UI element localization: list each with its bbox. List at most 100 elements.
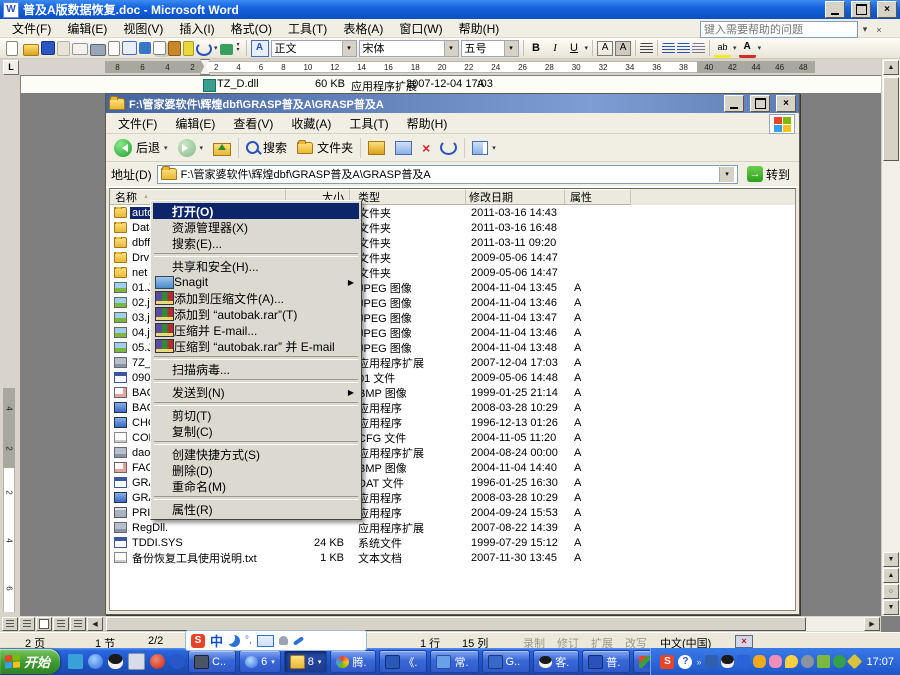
print-icon[interactable] [90, 44, 106, 56]
start-button[interactable]: 开始 [0, 649, 60, 674]
font-color-icon[interactable]: A [739, 39, 756, 58]
minimize-button[interactable] [825, 1, 845, 18]
scroll-down-icon[interactable]: ▼ [883, 552, 899, 567]
clock[interactable]: 17:07 [866, 656, 894, 668]
explorer-menu-item[interactable]: 编辑(E) [167, 114, 223, 133]
tray-icon[interactable] [785, 655, 798, 668]
taskbar-window-button[interactable]: 《. [379, 650, 427, 673]
ime-mode-indicator[interactable]: 中 [210, 631, 223, 650]
taskbar-window-button[interactable]: 腾. [330, 650, 376, 673]
context-menu-item[interactable]: 资源管理器(X) [153, 219, 359, 235]
taskbar-window-button[interactable]: G.. [482, 650, 531, 673]
tray-icon[interactable] [833, 655, 846, 668]
outline-view-icon[interactable] [53, 617, 69, 631]
copy-icon[interactable] [153, 41, 166, 55]
numbering-icon[interactable] [662, 43, 675, 54]
scrollbar-track[interactable] [106, 617, 864, 631]
document-close-icon[interactable]: × [872, 22, 886, 37]
highlight-dropdown-icon[interactable]: ▾ [733, 44, 737, 52]
font-dropdown-icon[interactable]: ▾ [444, 41, 458, 56]
context-menu-item[interactable]: 添加到压缩文件(A)... [153, 290, 359, 306]
select-browse-object-icon[interactable]: ○ [883, 584, 899, 599]
quick-launch-icon[interactable] [150, 654, 165, 669]
tray-icon[interactable] [705, 655, 718, 668]
forward-button[interactable]: ▾ [175, 138, 207, 158]
hyperlink-icon[interactable] [220, 44, 233, 55]
file-name[interactable]: TDDI.SYS [130, 537, 185, 549]
help-tray-icon[interactable]: ? [678, 655, 692, 669]
file-name[interactable]: 备份恢复工具使用说明.txt [130, 550, 259, 566]
toolbar-overflow-icon[interactable]: ▾▾ [235, 43, 242, 53]
format-painter-icon[interactable] [183, 41, 194, 56]
style-dropdown-icon[interactable]: ▾ [342, 41, 356, 56]
context-menu-item[interactable]: 共享和安全(H)... [153, 258, 359, 274]
address-input[interactable]: F:\管家婆软件\辉煌dbf\GRASP普及A\GRASP普及A ▾ [157, 165, 738, 184]
style-combobox[interactable]: 正文 ▾ [271, 40, 357, 57]
address-dropdown-icon[interactable]: ▾ [719, 167, 734, 182]
taskbar-window-button[interactable]: 客. [533, 650, 579, 673]
taskbar-window-button[interactable]: 普. [582, 650, 630, 673]
explorer-menu-item[interactable]: 文件(F) [110, 114, 165, 133]
previous-page-icon[interactable]: ▲ [883, 568, 899, 583]
email-icon[interactable] [72, 43, 88, 55]
research-icon[interactable] [139, 42, 151, 54]
sogou-logo-icon[interactable]: S [191, 634, 205, 648]
context-menu-item[interactable]: 剪切(T) [153, 407, 359, 423]
file-name[interactable]: net [130, 267, 149, 279]
word-vertical-scrollbar[interactable]: ▲ ▼ ▲ ○ ▼ [881, 59, 900, 616]
web-layout-view-icon[interactable] [19, 617, 35, 631]
maximize-button[interactable] [750, 95, 770, 112]
scroll-left-icon[interactable]: ◀ [87, 617, 103, 631]
scroll-right-icon[interactable]: ▶ [864, 617, 880, 631]
word-menu-item[interactable]: 编辑(E) [59, 19, 115, 38]
taskbar-window-button[interactable]: 6 ▾ [239, 650, 281, 673]
move-to-button[interactable] [365, 140, 388, 156]
explorer-menu-item[interactable]: 收藏(A) [283, 114, 339, 133]
scrollbar-thumb[interactable] [883, 77, 899, 161]
word-menu-item[interactable]: 表格(A) [335, 19, 391, 38]
word-menu-item[interactable]: 视图(V) [115, 19, 171, 38]
bold-button[interactable]: B [528, 40, 545, 56]
ime-toolbar[interactable]: S 中 °, [185, 630, 367, 651]
quick-launch-icon[interactable] [68, 654, 83, 669]
search-button[interactable]: 搜索 [243, 138, 290, 157]
word-menu-item[interactable]: 插入(I) [171, 19, 222, 38]
delete-button[interactable]: × [419, 140, 433, 156]
context-menu-item[interactable]: 发送到(N) ▶ [153, 384, 359, 400]
tray-icon[interactable] [847, 654, 863, 670]
italic-button[interactable]: I [547, 40, 564, 56]
fullwidth-icon[interactable] [228, 635, 240, 647]
tray-icon[interactable] [721, 655, 734, 668]
table-row[interactable]: TDDI.SYS 24 KB 系统文件 1999-07-29 15:12 A [110, 535, 795, 550]
reading-view-icon[interactable] [70, 617, 86, 631]
ime-settings-icon[interactable] [293, 636, 304, 646]
column-header[interactable]: 修改日期 [466, 189, 565, 205]
word-menu-item[interactable]: 文件(F) [4, 19, 59, 38]
undo-icon[interactable] [196, 42, 212, 56]
context-menu-item[interactable]: 创建快捷方式(S) [153, 446, 359, 462]
spelling-status-icon[interactable]: × [735, 635, 753, 648]
font-color-dropdown-icon[interactable]: ▾ [758, 44, 762, 52]
print-preview-icon[interactable] [108, 41, 120, 56]
context-menu-item[interactable]: 搜索(E)... [153, 235, 359, 251]
permission-icon[interactable] [57, 41, 70, 56]
word-menu-item[interactable]: 工具(T) [280, 19, 335, 38]
explorer-title-bar[interactable]: F:\管家婆软件\辉煌dbf\GRASP普及A\GRASP普及A × [106, 94, 799, 113]
scrollbar-thumb[interactable] [106, 617, 806, 631]
close-button[interactable]: × [877, 1, 897, 18]
column-header[interactable]: 类型 [350, 189, 466, 205]
word-menu-item[interactable]: 帮助(H) [451, 19, 508, 38]
tray-icon[interactable] [737, 655, 750, 668]
taskbar-window-button[interactable]: 8 ▾ [284, 650, 328, 673]
context-menu-item[interactable]: 扫描病毒... [153, 361, 359, 377]
folders-button[interactable]: 文件夹 [294, 138, 356, 157]
soft-keyboard-icon[interactable] [257, 635, 274, 647]
char-border-icon[interactable]: A [597, 41, 613, 56]
indent-icon[interactable] [692, 43, 705, 54]
context-menu-item[interactable]: 复制(C) [153, 423, 359, 439]
underline-button[interactable]: U [566, 40, 583, 56]
font-combobox[interactable]: 宋体 ▾ [359, 40, 459, 57]
word-menu-item[interactable]: 窗口(W) [391, 19, 450, 38]
explorer-menu-item[interactable]: 帮助(H) [399, 114, 456, 133]
explorer-menu-item[interactable]: 查看(V) [225, 114, 281, 133]
